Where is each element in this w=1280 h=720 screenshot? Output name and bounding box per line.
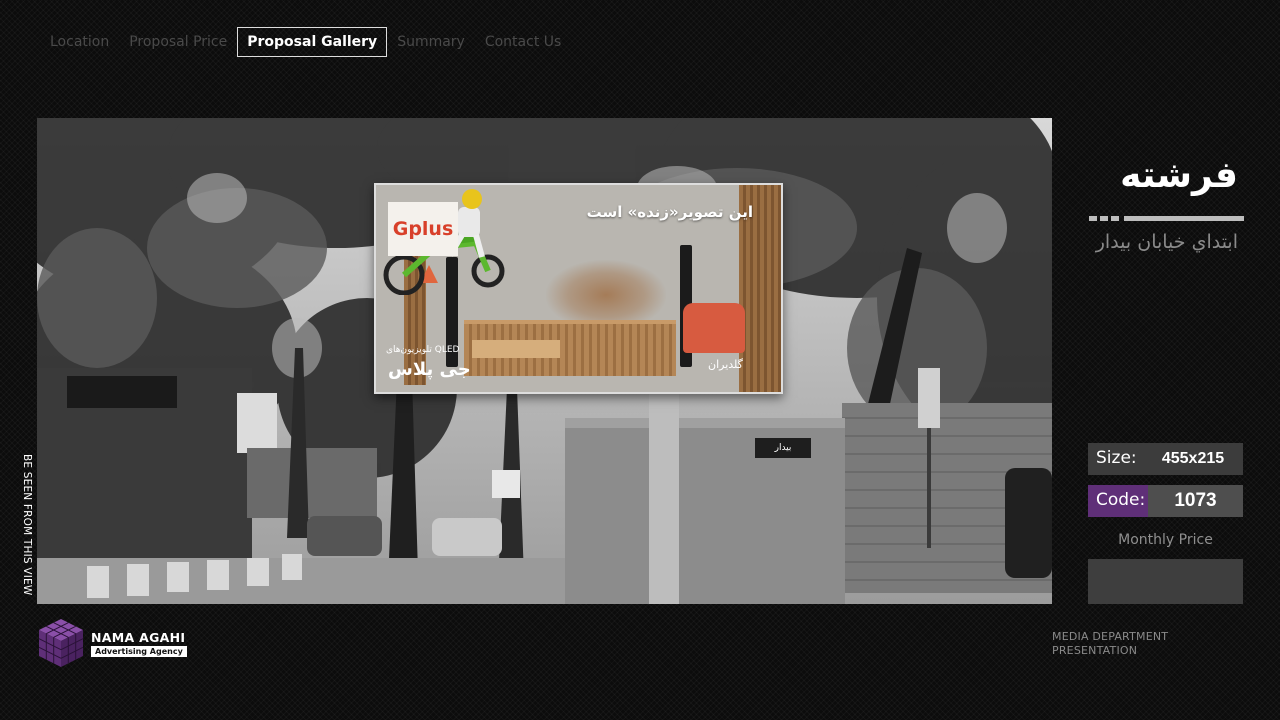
gplus-logo: Gplus bbox=[388, 202, 458, 256]
nav-proposal-gallery[interactable]: Proposal Gallery bbox=[237, 27, 388, 57]
top-navigation: Location Proposal Price Proposal Gallery… bbox=[40, 27, 571, 57]
cube-logo-icon bbox=[38, 619, 84, 667]
brand-name: NAMA AGAHI bbox=[91, 629, 186, 645]
billboard-advertisement: Gplus این تصویر«زنده» است تلویزیون‌های Q… bbox=[374, 183, 783, 394]
billboard-product-name: جی پلاس bbox=[388, 359, 471, 380]
brand-tagline: Advertising Agency bbox=[91, 645, 187, 657]
footer-line-2: PRESENTATION bbox=[1052, 644, 1138, 657]
side-caption-text: BE SEEN FROM THIS VIEW bbox=[21, 454, 33, 596]
billboard-secondary-brand: گلدیران bbox=[708, 358, 743, 371]
billboard-headline: این تصویر«زنده» است bbox=[586, 203, 753, 221]
location-title: فرشته bbox=[1120, 155, 1238, 196]
street-name-sign: بیدار bbox=[774, 443, 792, 453]
monthly-price-label: Monthly Price bbox=[1118, 532, 1213, 548]
footer-line-1: MEDIA DEPARTMENT bbox=[1052, 630, 1169, 643]
location-subtitle: ابتداي خيابان بيدار bbox=[1095, 231, 1238, 253]
nav-proposal-price[interactable]: Proposal Price bbox=[119, 28, 237, 56]
gallery-photo: Gplus این تصویر«زنده» است تلویزیون‌های Q… bbox=[37, 118, 1052, 604]
nav-location[interactable]: Location bbox=[40, 28, 119, 56]
billboard-armchair bbox=[683, 303, 745, 353]
nav-contact-us[interactable]: Contact Us bbox=[475, 28, 571, 56]
size-row: Size: 455x215 bbox=[1088, 443, 1243, 475]
billboard-product-line: تلویزیون‌های QLED bbox=[386, 345, 460, 355]
nav-summary[interactable]: Summary bbox=[387, 28, 475, 56]
billboard-tv-cabinet bbox=[464, 320, 676, 376]
size-value: 455x215 bbox=[1143, 443, 1243, 475]
size-label: Size: bbox=[1088, 443, 1143, 475]
side-caption: BE SEEN FROM THIS VIEW bbox=[19, 454, 35, 604]
monthly-price-value bbox=[1088, 559, 1243, 604]
code-row: Code: 1073 bbox=[1088, 485, 1243, 517]
title-divider bbox=[1089, 216, 1244, 221]
nama-agahi-logo: NAMA AGAHI Advertising Agency bbox=[37, 617, 187, 669]
footer-note: MEDIA DEPARTMENT PRESENTATION bbox=[1052, 630, 1168, 658]
code-value: 1073 bbox=[1148, 485, 1243, 517]
code-label: Code: bbox=[1088, 485, 1148, 517]
